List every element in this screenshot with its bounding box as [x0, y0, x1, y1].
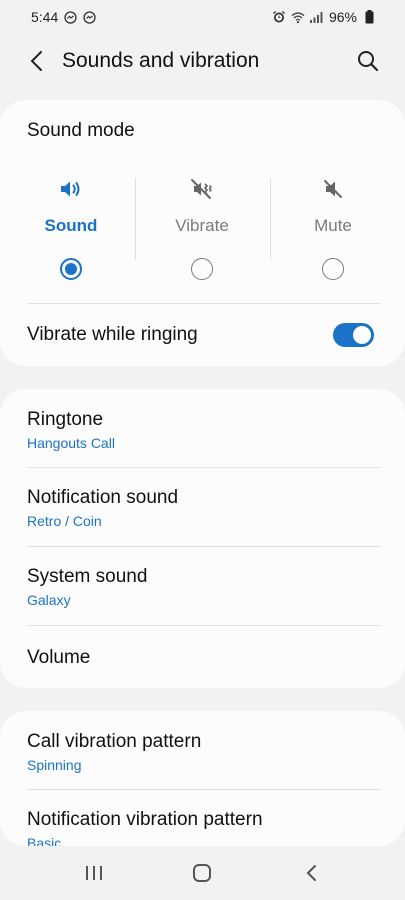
- item-subtitle: Galaxy: [27, 592, 71, 608]
- home-icon: [193, 864, 212, 882]
- mode-label-mute: Mute: [314, 216, 352, 235]
- sound-mode-card: Sound mode Sound Vibrate Mute Vibrate wh…: [0, 100, 405, 366]
- navigation-bar: [0, 846, 405, 900]
- vibration-card: Call vibration pattern Spinning Notifica…: [0, 711, 405, 846]
- status-right: 96%: [272, 9, 376, 25]
- item-title: Volume: [27, 647, 91, 668]
- wifi-icon: [291, 10, 305, 24]
- list-item-system-sound[interactable]: System sound Galaxy: [0, 547, 405, 626]
- mode-option-vibrate[interactable]: Vibrate: [137, 172, 267, 312]
- messenger-icon: [63, 10, 77, 24]
- item-subtitle: Hangouts Call: [27, 435, 115, 451]
- back-icon: [306, 865, 316, 881]
- signal-icon: [310, 10, 324, 24]
- vibrate-while-ringing-row[interactable]: Vibrate while ringing: [0, 304, 405, 366]
- search-icon: [358, 51, 379, 72]
- recent-apps-icon: [86, 866, 103, 880]
- sounds-card: Ringtone Hangouts Call Notification soun…: [0, 389, 405, 688]
- vibrate-while-ringing-label: Vibrate while ringing: [27, 324, 198, 345]
- list-item-notification-sound[interactable]: Notification sound Retro / Coin: [0, 468, 405, 547]
- back-nav-button[interactable]: [286, 853, 336, 893]
- recent-apps-button[interactable]: [69, 853, 119, 893]
- mode-option-sound[interactable]: Sound: [6, 172, 136, 312]
- sound-mode-title: Sound mode: [27, 120, 135, 141]
- app-header: Sounds and vibration: [0, 36, 405, 86]
- chevron-left-icon: [30, 51, 42, 71]
- item-title: Notification vibration pattern: [27, 809, 263, 830]
- vibrate-while-ringing-toggle[interactable]: [333, 323, 374, 347]
- search-button[interactable]: [348, 41, 388, 81]
- clock: 5:44: [31, 9, 59, 25]
- status-left: 5:44: [31, 9, 96, 25]
- back-button[interactable]: [20, 41, 52, 81]
- list-item-notification-vibration-pattern[interactable]: Notification vibration pattern Basic: [0, 790, 405, 846]
- mode-label-sound: Sound: [44, 216, 98, 235]
- battery-level: 96%: [328, 9, 357, 25]
- radio-sound[interactable]: [60, 258, 82, 280]
- mode-label-vibrate: Vibrate: [175, 216, 229, 235]
- status-bar: 5:44 96%: [0, 0, 405, 34]
- page-title: Sounds and vibration: [62, 49, 260, 72]
- mode-option-mute[interactable]: Mute: [268, 172, 398, 312]
- mute-icon: [268, 178, 398, 200]
- messenger-icon: [82, 10, 96, 24]
- radio-vibrate[interactable]: [191, 258, 213, 280]
- item-title: Notification sound: [27, 487, 179, 508]
- vibrate-muted-icon: [137, 178, 267, 200]
- item-title: Ringtone: [27, 409, 104, 430]
- list-item-volume[interactable]: Volume: [0, 626, 405, 688]
- home-button[interactable]: [177, 853, 227, 893]
- item-title: Call vibration pattern: [27, 731, 202, 752]
- radio-mute[interactable]: [322, 258, 344, 280]
- item-subtitle: Spinning: [27, 757, 82, 773]
- list-item-call-vibration-pattern[interactable]: Call vibration pattern Spinning: [0, 711, 405, 790]
- item-subtitle: Basic: [27, 835, 62, 846]
- item-subtitle: Retro / Coin: [27, 513, 102, 529]
- battery-icon: [362, 10, 376, 24]
- item-title: System sound: [27, 566, 148, 587]
- alarm-icon: [272, 10, 286, 24]
- list-item-ringtone[interactable]: Ringtone Hangouts Call: [0, 389, 405, 468]
- speaker-icon: [6, 178, 136, 200]
- sound-mode-options: Sound Vibrate Mute: [0, 172, 405, 312]
- mode-divider: [135, 178, 136, 260]
